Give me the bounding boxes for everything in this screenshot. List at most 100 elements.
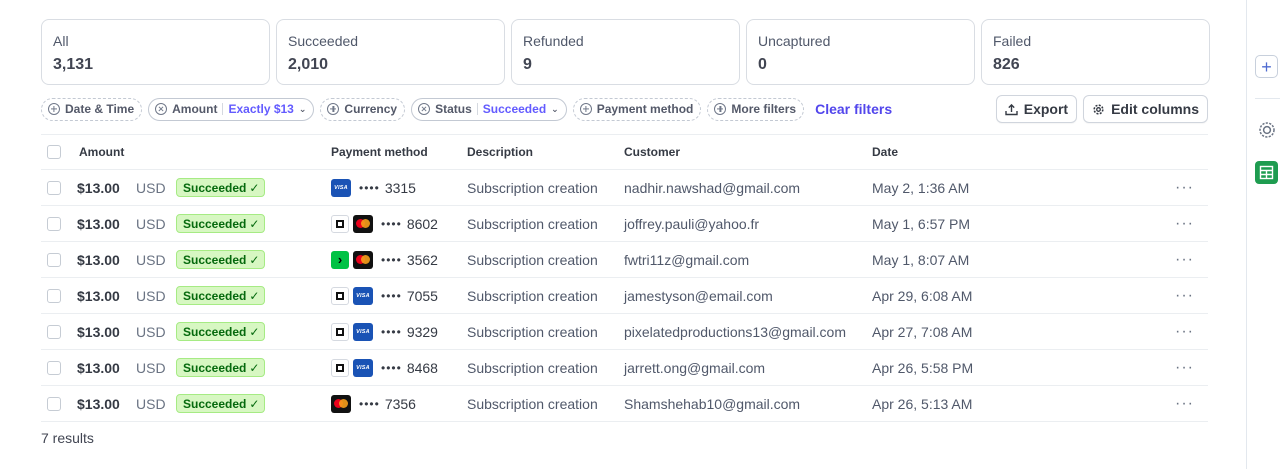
tab-all[interactable]: All 3,131 — [41, 19, 270, 85]
filter-label: Amount — [172, 102, 218, 116]
row-select-cell — [47, 314, 61, 349]
status-cell: Succeeded ✓ — [176, 350, 266, 385]
export-button[interactable]: Export — [995, 95, 1078, 123]
row-select-cell — [47, 350, 61, 385]
status-cell: Succeeded ✓ — [176, 242, 266, 277]
amount-value: $13.00 — [77, 395, 120, 412]
more-filters-button[interactable]: More filters — [707, 97, 805, 121]
table-row[interactable]: $13.00 USD Succeeded ✓ VISA •••• 3315 Sub… — [41, 170, 1208, 206]
add-circle-icon — [48, 103, 60, 115]
edit-columns-button[interactable]: Edit columns — [1083, 95, 1208, 123]
remove-circle-icon[interactable] — [418, 103, 431, 115]
row-checkbox[interactable] — [47, 180, 61, 195]
amount-value: $13.00 — [77, 287, 120, 304]
visa-icon: VISA — [331, 178, 351, 197]
currency-code: USD — [136, 287, 166, 304]
row-checkbox[interactable] — [47, 288, 61, 303]
row-checkbox[interactable] — [47, 252, 61, 267]
remove-circle-icon[interactable] — [155, 103, 168, 115]
column-date[interactable]: Date — [872, 135, 898, 169]
customer-email[interactable]: pixelatedproductions13@gmail.com — [624, 314, 846, 349]
date-value: Apr 29, 6:08 AM — [872, 287, 973, 304]
tab-refunded[interactable]: Refunded 9 — [511, 19, 740, 85]
chip-divider — [476, 103, 478, 115]
column-description[interactable]: Description — [467, 135, 533, 169]
row-checkbox[interactable] — [47, 360, 61, 375]
row-select-cell — [47, 242, 61, 277]
masked-digits: •••• — [381, 252, 402, 267]
more-options-icon[interactable]: ··· — [1175, 350, 1194, 385]
more-options-icon[interactable]: ··· — [1175, 314, 1194, 349]
column-customer[interactable]: Customer — [624, 135, 680, 169]
tab-succeeded[interactable]: Succeeded 2,010 — [276, 19, 505, 85]
customer-email[interactable]: jarrett.ong@gmail.com — [624, 350, 765, 385]
check-icon: ✓ — [249, 180, 260, 195]
check-icon: ✓ — [249, 360, 260, 375]
status-tabs: All 3,131 Succeeded 2,010 Refunded 9 Unc… — [41, 19, 1210, 85]
filter-label: Payment method — [596, 102, 694, 116]
column-amount[interactable]: Amount — [79, 135, 124, 169]
table-row[interactable]: $13.00 USD Succeeded ✓ VISA •••• 7055 Sub… — [41, 278, 1208, 314]
plus-icon[interactable]: + — [1255, 55, 1278, 78]
status-label: Succeeded — [183, 180, 247, 195]
column-payment-method[interactable]: Payment method — [331, 135, 428, 169]
date-value: May 1, 6:57 PM — [872, 215, 971, 232]
link-wallet-icon — [331, 358, 349, 377]
tab-uncaptured[interactable]: Uncaptured 0 — [746, 19, 975, 85]
table-row[interactable]: $13.00 USD Succeeded ✓ › •••• 3562 Subscr… — [41, 242, 1208, 278]
status-badge: Succeeded ✓ — [176, 286, 266, 305]
mastercard-icon — [353, 214, 373, 233]
more-options-icon[interactable]: ··· — [1175, 170, 1194, 205]
settings-icon[interactable] — [1255, 118, 1278, 141]
status-label: Succeeded — [183, 360, 247, 375]
customer-email[interactable]: jamestyson@email.com — [624, 278, 773, 313]
more-options-icon[interactable]: ··· — [1175, 278, 1194, 313]
tab-count: 0 — [758, 56, 767, 73]
spreadsheet-icon[interactable] — [1255, 161, 1278, 184]
currency-code: USD — [136, 395, 166, 412]
status-cell: Succeeded ✓ — [176, 314, 266, 349]
customer-email[interactable]: joffrey.pauli@yahoo.fr — [624, 206, 759, 241]
table-row[interactable]: $13.00 USD Succeeded ✓ •••• 7356 Subscrip… — [41, 386, 1208, 422]
card-last4: 8468 — [406, 359, 438, 376]
more-options-icon[interactable]: ··· — [1175, 386, 1194, 421]
payment-method-cell: •••• 7356 — [331, 386, 416, 421]
currency-filter[interactable]: Currency — [320, 97, 406, 121]
select-all-checkbox[interactable] — [47, 145, 61, 159]
table-row[interactable]: $13.00 USD Succeeded ✓ •••• 8602 Subscrip… — [41, 206, 1208, 242]
tab-failed[interactable]: Failed 826 — [981, 19, 1210, 85]
check-icon: ✓ — [249, 252, 260, 267]
customer-email[interactable]: nadhir.nawshad@gmail.com — [624, 170, 800, 205]
chevron-down-icon: ⌄ — [551, 103, 559, 114]
payments-table: Amount Payment method Description Custom… — [41, 134, 1208, 422]
date-time-filter[interactable]: Date & Time — [41, 97, 143, 121]
filter-value: Exactly $13 — [228, 102, 294, 116]
description-value: Subscription creation — [467, 395, 598, 412]
filter-value: Succeeded — [482, 102, 547, 116]
row-select-cell — [47, 206, 61, 241]
date-value: Apr 27, 7:08 AM — [872, 323, 973, 340]
payment-method-filter[interactable]: Payment method — [572, 97, 702, 121]
status-filter[interactable]: Status Succeeded ⌄ — [411, 97, 567, 121]
tab-label: Refunded — [523, 33, 584, 49]
row-select-cell — [47, 278, 61, 313]
table-row[interactable]: $13.00 USD Succeeded ✓ VISA •••• 8468 Sub… — [41, 350, 1208, 386]
tab-count: 2,010 — [288, 56, 329, 73]
right-rail: + — [1246, 0, 1280, 469]
visa-icon: VISA — [353, 358, 373, 377]
more-options-icon[interactable]: ··· — [1175, 206, 1194, 241]
status-label: Succeeded — [183, 216, 247, 231]
masked-digits: •••• — [381, 360, 402, 375]
row-select-cell — [47, 170, 61, 205]
more-options-icon[interactable]: ··· — [1175, 242, 1194, 277]
clear-filters-link[interactable]: Clear filters — [815, 101, 892, 117]
amount-filter[interactable]: Amount Exactly $13 ⌄ — [148, 97, 315, 121]
row-checkbox[interactable] — [47, 216, 61, 231]
row-checkbox[interactable] — [47, 324, 61, 339]
filter-label: Currency — [344, 102, 398, 116]
row-checkbox[interactable] — [47, 396, 61, 411]
table-row[interactable]: $13.00 USD Succeeded ✓ VISA •••• 9329 Sub… — [41, 314, 1208, 350]
link-wallet-icon — [331, 322, 349, 341]
customer-email[interactable]: Shamshehab10@gmail.com — [624, 386, 800, 421]
customer-email[interactable]: fwtri11z@gmail.com — [624, 242, 749, 277]
